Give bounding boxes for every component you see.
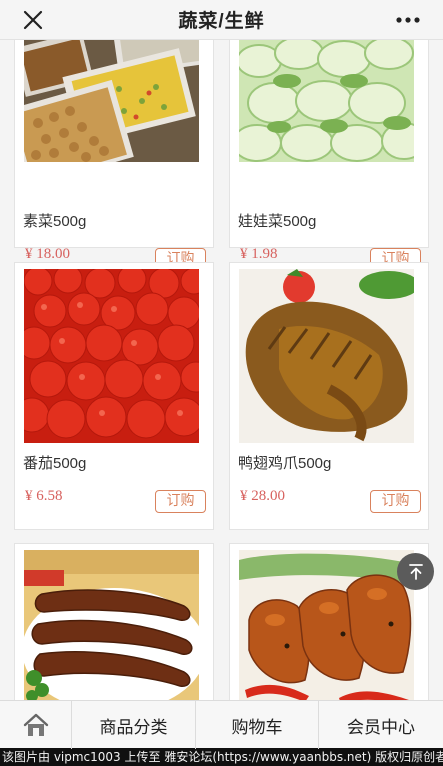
top-bar: 蔬菜/生鲜 xyxy=(0,0,443,40)
product-price: ¥ 28.00 xyxy=(240,488,285,504)
product-name: 鸭翅鸡爪500g xyxy=(238,455,332,472)
nav-cart[interactable]: 购物车 xyxy=(195,701,318,749)
product-price: ¥ 18.00 xyxy=(25,246,70,262)
arrow-up-to-top-icon xyxy=(408,563,423,580)
product-name: 娃娃菜500g xyxy=(238,213,317,230)
back-to-top-button[interactable] xyxy=(397,553,434,590)
duck-wings-photo[interactable] xyxy=(239,269,414,443)
product-price: ¥ 6.58 xyxy=(25,488,63,504)
product-card[interactable]: 番茄500g ¥ 6.58 订购 xyxy=(14,262,214,530)
product-card[interactable]: 娃娃菜500g ¥ 1.98 订购 xyxy=(229,40,429,271)
braised-duck-neck-photo[interactable] xyxy=(24,550,199,700)
close-icon[interactable] xyxy=(20,7,46,33)
product-name: 素菜500g xyxy=(23,213,87,230)
vegetable-dishes-photo[interactable] xyxy=(24,40,199,162)
bottom-nav: 商品分类 购物车 会员中心 xyxy=(0,700,443,749)
nav-categories[interactable]: 商品分类 xyxy=(71,701,195,749)
page-title: 蔬菜/生鲜 xyxy=(178,11,265,32)
more-icon[interactable] xyxy=(393,8,423,32)
nav-home[interactable] xyxy=(0,701,71,749)
nav-member-center[interactable]: 会员中心 xyxy=(318,701,443,749)
product-name: 番茄500g xyxy=(23,455,87,472)
braised-duck-head-photo[interactable] xyxy=(239,550,414,700)
watermark-text: 该图片由 vipmc1003 上传至 雅安论坛(https://www.yaan… xyxy=(0,748,443,766)
product-card[interactable]: 素菜500g ¥ 18.00 订购 xyxy=(14,40,214,271)
order-button[interactable]: 订购 xyxy=(370,490,421,513)
home-icon xyxy=(23,713,48,736)
baby-cabbage-photo[interactable] xyxy=(239,40,414,162)
product-card[interactable] xyxy=(14,543,214,700)
product-grid: 素菜500g ¥ 18.00 订购 娃娃菜500g ¥ 1.98 订购 番茄50… xyxy=(0,40,443,700)
product-card[interactable]: 鸭翅鸡爪500g ¥ 28.00 订购 xyxy=(229,262,429,530)
order-button[interactable]: 订购 xyxy=(155,490,206,513)
tomatoes-photo[interactable] xyxy=(24,269,199,443)
product-price: ¥ 1.98 xyxy=(240,246,278,262)
